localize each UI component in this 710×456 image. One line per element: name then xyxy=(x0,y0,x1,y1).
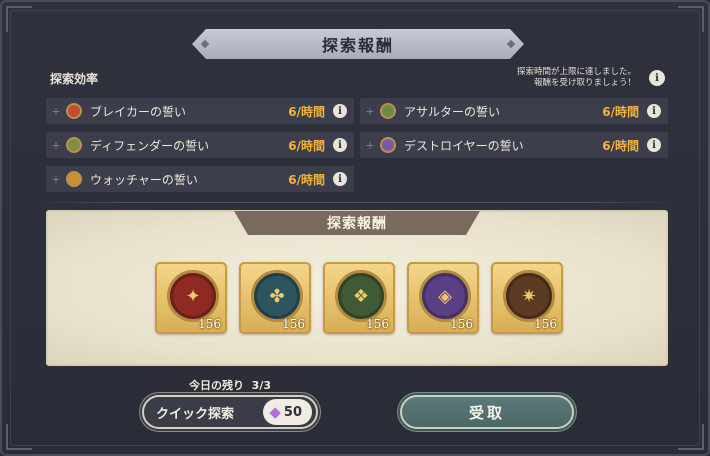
oath-name: ディフェンダーの誓い xyxy=(90,138,210,153)
claim-label: 受取 xyxy=(468,403,505,422)
reward-title-banner: 探索報酬 xyxy=(234,211,480,235)
info-icon[interactable]: i xyxy=(649,70,665,86)
efficiency-row-assaulter: + アサルターの誓い 6/時間 i xyxy=(360,98,668,124)
watcher-medal-icon xyxy=(66,171,82,187)
info-icon[interactable]: i xyxy=(647,104,661,118)
reward-title: 探索報酬 xyxy=(327,216,387,232)
plus-icon: + xyxy=(365,138,375,152)
reward-count: 156 xyxy=(366,317,389,331)
watcher-medal-icon: ✷ xyxy=(503,270,555,322)
destroyer-medal-icon: ◈ xyxy=(419,270,471,322)
efficiency-row-watcher: + ウォッチャーの誓い 6/時間 i xyxy=(46,166,354,192)
reward-item-assaulter[interactable]: ❖ 156 xyxy=(323,262,395,334)
remaining-value: 3/3 xyxy=(251,379,271,392)
cost-value: 50 xyxy=(283,404,302,420)
oath-name: ブレイカーの誓い xyxy=(90,104,187,119)
assaulter-medal-icon xyxy=(380,103,396,119)
reward-count: 156 xyxy=(198,317,221,331)
quick-explore-button[interactable]: クイック探索 ◆ 50 xyxy=(142,395,318,429)
remaining-label: 今日の残り xyxy=(189,379,244,392)
defender-medal-icon: ✤ xyxy=(251,270,303,322)
oath-name: アサルターの誓い xyxy=(404,104,501,119)
notice-line: 報酬を受け取りましょう！ xyxy=(533,78,636,88)
frame-corner xyxy=(6,6,32,32)
reward-count: 156 xyxy=(282,317,305,331)
oath-rate: 6/時間 xyxy=(288,104,325,119)
remaining-count: 今日の残り 3/3 xyxy=(189,377,271,393)
reward-item-defender[interactable]: ✤ 156 xyxy=(239,262,311,334)
efficiency-row-breaker: + ブレイカーの誓い 6/時間 i xyxy=(46,98,354,124)
claim-button[interactable]: 受取 xyxy=(400,395,574,429)
breaker-medal-icon xyxy=(66,103,82,119)
reward-item-breaker[interactable]: ✦ 156 xyxy=(155,262,227,334)
info-icon[interactable]: i xyxy=(333,104,347,118)
reward-count: 156 xyxy=(534,317,557,331)
oath-rate: 6/時間 xyxy=(288,172,325,187)
gem-icon: ◆ xyxy=(269,403,281,421)
destroyer-medal-icon xyxy=(380,137,396,153)
info-icon[interactable]: i xyxy=(333,138,347,152)
frame-corner xyxy=(6,424,32,450)
efficiency-label: 探索効率 xyxy=(50,72,99,86)
section-divider xyxy=(32,202,678,203)
exploration-reward-window: 探索報酬 探索効率 探索時間が上限に達しました。 報酬を受け取りましょう！ i … xyxy=(0,0,710,456)
frame-corner xyxy=(678,6,704,32)
oath-name: デストロイヤーの誓い xyxy=(404,138,524,153)
defender-medal-icon xyxy=(66,137,82,153)
info-icon[interactable]: i xyxy=(647,138,661,152)
oath-name: ウォッチャーの誓い xyxy=(90,172,198,187)
info-icon[interactable]: i xyxy=(333,172,347,186)
quick-explore-label: クイック探索 xyxy=(156,406,235,422)
oath-rate: 6/時間 xyxy=(288,138,325,153)
breaker-medal-icon: ✦ xyxy=(167,270,219,322)
plus-icon: + xyxy=(51,138,61,152)
quick-explore-cost: ◆ 50 xyxy=(263,399,312,425)
plus-icon: + xyxy=(365,104,375,118)
efficiency-row-destroyer: + デストロイヤーの誓い 6/時間 i xyxy=(360,132,668,158)
reward-item-destroyer[interactable]: ◈ 156 xyxy=(407,262,479,334)
reward-item-watcher[interactable]: ✷ 156 xyxy=(491,262,563,334)
title-banner: 探索報酬 xyxy=(192,29,524,59)
oath-rate: 6/時間 xyxy=(602,104,639,119)
plus-icon: + xyxy=(51,172,61,186)
efficiency-row-defender: + ディフェンダーの誓い 6/時間 i xyxy=(46,132,354,158)
oath-rate: 6/時間 xyxy=(602,138,639,153)
frame-corner xyxy=(678,424,704,450)
reward-count: 156 xyxy=(450,317,473,331)
assaulter-medal-icon: ❖ xyxy=(335,270,387,322)
page-title: 探索報酬 xyxy=(321,36,394,55)
limit-notice: 探索時間が上限に達しました。 報酬を受け取りましょう！ xyxy=(517,67,636,89)
notice-line: 探索時間が上限に達しました。 xyxy=(516,67,636,77)
plus-icon: + xyxy=(51,104,61,118)
